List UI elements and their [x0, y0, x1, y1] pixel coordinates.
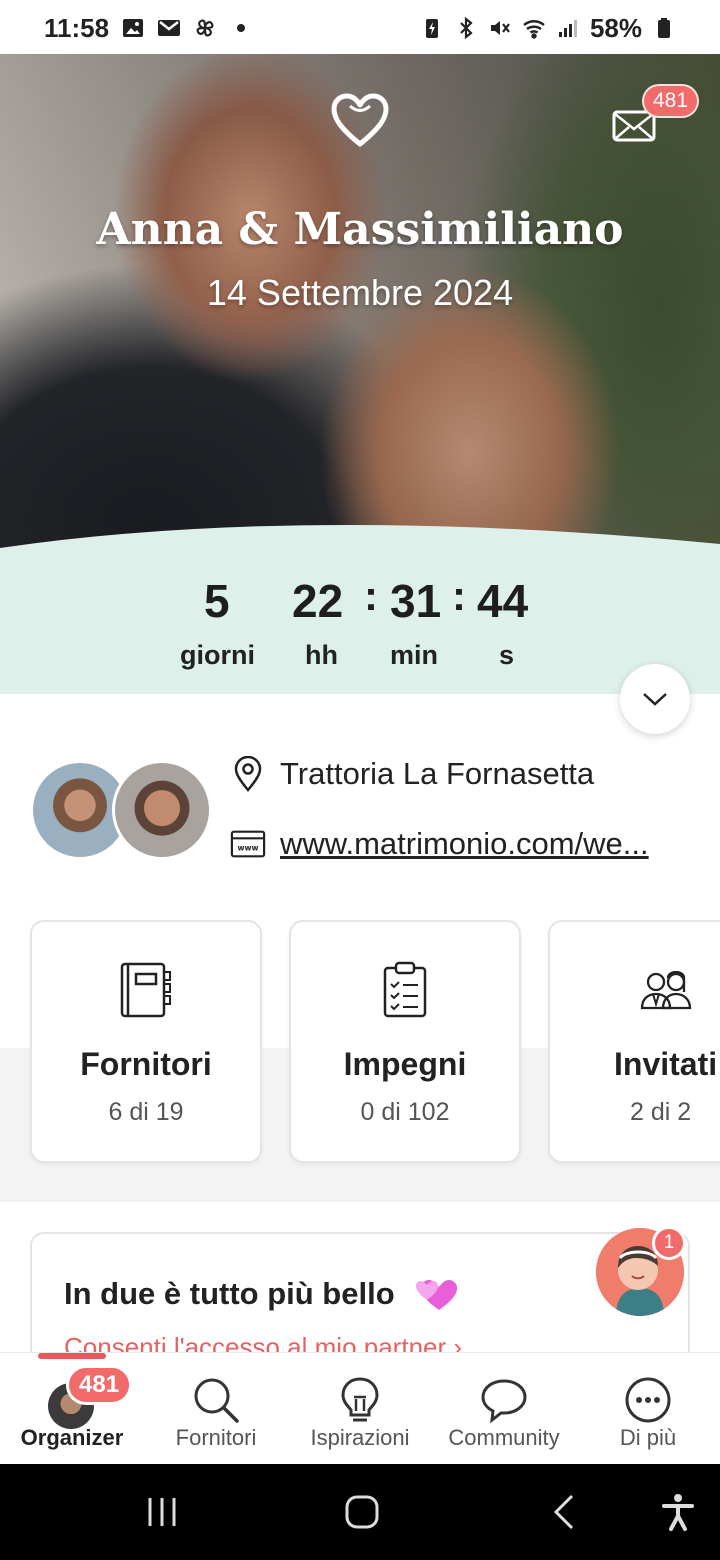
signal-icon [556, 16, 580, 40]
guests-icon [640, 970, 692, 1010]
gmail-icon [157, 16, 181, 40]
mute-icon [488, 16, 512, 40]
back-icon[interactable] [546, 1492, 586, 1532]
card-impegni[interactable]: Impegni 0 di 102 [289, 920, 521, 1163]
nav-label: Di più [619, 1425, 677, 1450]
search-icon [194, 1378, 239, 1423]
countdown-hours: 22 [292, 575, 344, 627]
heart-icon [331, 93, 389, 147]
card-fornitori[interactable]: Fornitori 6 di 19 [30, 920, 262, 1163]
website-icon: www [230, 826, 266, 862]
website-link[interactable]: www.matrimonio.com/we... [280, 826, 692, 862]
location-pin-icon [230, 756, 266, 792]
bluetooth-icon [454, 16, 478, 40]
nav-di-piu[interactable]: Di più [576, 1353, 720, 1465]
organizer-badge: 481 [66, 1365, 133, 1405]
status-time: 11:58 [44, 12, 110, 43]
system-nav-bar [0, 1464, 720, 1560]
avatar [112, 760, 212, 860]
battery-icon [652, 16, 676, 40]
nav-label: Ispirazioni [310, 1425, 410, 1450]
nav-fornitori[interactable]: Fornitori [144, 1353, 288, 1465]
countdown-minutes: 31 [390, 575, 442, 627]
card-title: Impegni [343, 1046, 467, 1082]
card-title: Invitati [614, 1046, 718, 1082]
expand-button[interactable] [620, 664, 690, 734]
countdown-days: 5 [204, 575, 230, 627]
accessibility-icon[interactable] [658, 1492, 698, 1532]
countdown: 5 22 : 31 : 44 giorni hh min s [0, 562, 720, 694]
chevron-down-icon [643, 693, 667, 706]
countdown-days-label: giorni [180, 640, 255, 670]
wifi-icon [522, 16, 546, 40]
hearts-icon [415, 1280, 457, 1310]
battery-saver-icon [420, 16, 444, 40]
dot-icon [229, 16, 253, 40]
card-invitati[interactable]: Invitati 2 di 2 [548, 920, 720, 1163]
hero-photo: 481 Anna & Massimiliano 14 Settembre 202… [0, 54, 720, 564]
recent-apps-icon[interactable] [142, 1492, 182, 1532]
venue-name: Trattoria La Fornasetta [280, 756, 595, 791]
hero-wave [0, 524, 720, 564]
card-count: 0 di 102 [360, 1098, 450, 1126]
countdown-separator: : [452, 572, 466, 619]
status-bar: 11:58 58% [0, 0, 720, 56]
couple-avatars[interactable] [30, 760, 220, 860]
card-title: Fornitori [80, 1046, 212, 1082]
home-icon[interactable] [342, 1492, 382, 1532]
battery-percent: 58% [589, 12, 642, 43]
notebook-icon [120, 962, 171, 1018]
pinwheel-icon [193, 16, 217, 40]
chat-bubble-icon [481, 1379, 527, 1424]
partner-title: In due è tutto più bello [64, 1276, 395, 1311]
partner-title-row: In due è tutto più bello [64, 1274, 457, 1314]
venue-row[interactable]: Trattoria La Fornasetta [230, 756, 594, 792]
nav-label: Organizer [20, 1425, 124, 1450]
countdown-separator: : [364, 572, 378, 619]
nav-label: Fornitori [175, 1425, 257, 1450]
card-count: 2 di 2 [630, 1098, 692, 1126]
bottom-nav: 481 Organizer Fornitori Ispirazioni Comm… [0, 1352, 720, 1464]
image-icon [121, 16, 145, 40]
nav-label: Community [448, 1425, 560, 1450]
countdown-seconds: 44 [477, 575, 529, 627]
nav-community[interactable]: Community [432, 1353, 576, 1465]
wedding-date: 14 Settembre 2024 [206, 272, 514, 313]
couple-names: Anna & Massimiliano [96, 204, 624, 255]
website-row[interactable]: www www.matrimonio.com/we... [230, 826, 692, 862]
support-badge: 1 [652, 1226, 686, 1260]
countdown-minutes-label: min [390, 640, 439, 670]
checklist-icon [383, 961, 427, 1018]
more-icon [625, 1377, 671, 1423]
card-count: 6 di 19 [108, 1098, 184, 1126]
lightbulb-icon [341, 1377, 379, 1422]
nav-ispirazioni[interactable]: Ispirazioni [288, 1353, 432, 1465]
svg-text:www: www [238, 844, 259, 853]
mail-badge[interactable]: 481 [642, 84, 700, 118]
nav-organizer[interactable]: 481 Organizer [0, 1353, 144, 1465]
countdown-seconds-label: s [499, 640, 515, 670]
countdown-hours-label: hh [305, 640, 338, 670]
